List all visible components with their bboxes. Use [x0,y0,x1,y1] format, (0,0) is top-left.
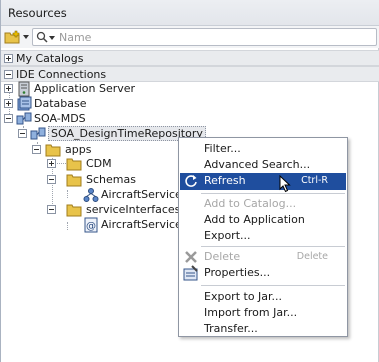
tree-item-label: serviceInterfaces [86,203,181,216]
menu-item-transfer[interactable]: Transfer... [180,321,346,338]
menu-item-label: Properties... [204,266,271,279]
menu-separator [201,285,345,286]
collapse-icon[interactable] [32,145,41,154]
search-icon[interactable] [36,31,48,43]
folder-icon [66,158,82,171]
folder-icon [66,174,82,187]
tree-item-label: Schemas [86,173,136,186]
collapse-icon[interactable] [4,114,13,123]
context-menu: Filter... Advanced Search... Refresh Ctr… [178,137,348,337]
tree-item-service-interfaces[interactable]: serviceInterfaces [44,202,180,218]
search-field[interactable] [32,28,377,46]
menu-item-shortcut: Ctrl-R [301,175,328,186]
tree-item-label: Database [34,97,87,110]
collapse-icon[interactable] [18,129,27,138]
menu-item-label: Export... [204,229,251,242]
expand-icon[interactable] [4,84,13,93]
collapse-icon[interactable] [47,205,56,214]
menu-item-label: Add to Application [204,213,305,226]
tree-item-schemas[interactable]: Schemas [44,172,164,188]
mds-connection-icon [16,112,32,125]
tree-item-label: CDM [86,157,112,170]
tree-item-label: SOA-MDS [34,112,86,125]
mouse-pointer-icon [279,175,291,193]
menu-item-export-to-jar[interactable]: Export to Jar... [180,289,346,306]
properties-icon [183,265,198,281]
panel-title-bar: Resources [1,0,379,26]
tree-item-database[interactable]: Database [1,96,171,112]
toolbar [1,26,379,48]
schema-file-icon [83,188,99,202]
search-input[interactable] [59,30,359,44]
tree-item-label: Application Server [34,82,136,95]
tree-item-cdm[interactable]: CDM [44,156,164,172]
menu-item-label: Delete [204,250,241,263]
menu-item-label: Export to Jar... [204,290,283,303]
menu-item-export[interactable]: Export... [180,228,346,245]
menu-item-label: Refresh [204,174,246,187]
menu-item-label: Transfer... [204,322,258,335]
wsdl-file-icon: @ [84,217,98,233]
menu-item-shortcut: Delete [296,251,328,262]
menu-separator [201,246,345,247]
tree-item-aircraft-service-xsd[interactable]: AircraftService.x [59,187,192,203]
menu-item-advanced-search[interactable]: Advanced Search... [180,157,346,174]
menu-item-label: Advanced Search... [204,158,311,171]
expand-icon[interactable] [4,99,13,108]
ide-connections-label: IDE Connections [16,68,107,81]
menu-item-label: Import from Jar... [204,306,298,319]
application-server-icon [18,81,30,97]
repository-icon [30,127,46,140]
tree-item-repository[interactable]: SOA_DesignTimeRepository [15,126,206,142]
new-dropdown-caret-icon[interactable] [23,35,29,39]
menu-item-add-to-application[interactable]: Add to Application [180,212,346,229]
my-catalogs-section[interactable]: My Catalogs [1,50,379,66]
menu-separator [201,193,345,194]
ide-connections-section[interactable]: IDE Connections [1,66,379,82]
menu-item-label: Filter... [204,142,241,155]
panel-title: Resources [8,6,67,20]
tree-item-label: apps [65,143,92,156]
menu-item-refresh[interactable]: Refresh Ctrl-R [180,173,346,190]
tree-item-aircraft-service-wsdl[interactable]: @ AircraftService.v [59,217,192,233]
expand-icon[interactable] [4,54,13,63]
menu-item-delete[interactable]: Delete Delete [180,249,346,266]
tree-item-application-server[interactable]: Application Server [1,81,171,97]
collapse-icon[interactable] [4,70,13,79]
expand-icon[interactable] [47,159,56,168]
menu-item-properties[interactable]: Properties... [180,265,346,282]
refresh-icon [185,175,197,187]
database-icon [17,96,32,111]
my-catalogs-label: My Catalogs [16,52,84,65]
collapse-icon[interactable] [47,175,56,184]
delete-icon [185,251,197,263]
menu-item-import-from-jar[interactable]: Import from Jar... [180,305,346,322]
menu-item-label: Add to Catalog... [204,197,297,210]
menu-item-add-to-catalog[interactable]: Add to Catalog... [180,196,346,213]
tree-item-soa-mds[interactable]: SOA-MDS [1,111,171,127]
search-options-caret-icon[interactable] [49,36,55,40]
resources-panel: Resources My Catalogs IDE Connections [0,0,379,362]
folder-icon [66,204,82,217]
svg-text:@: @ [86,221,96,232]
new-folder-icon[interactable] [4,30,22,44]
menu-item-filter[interactable]: Filter... [180,141,346,158]
